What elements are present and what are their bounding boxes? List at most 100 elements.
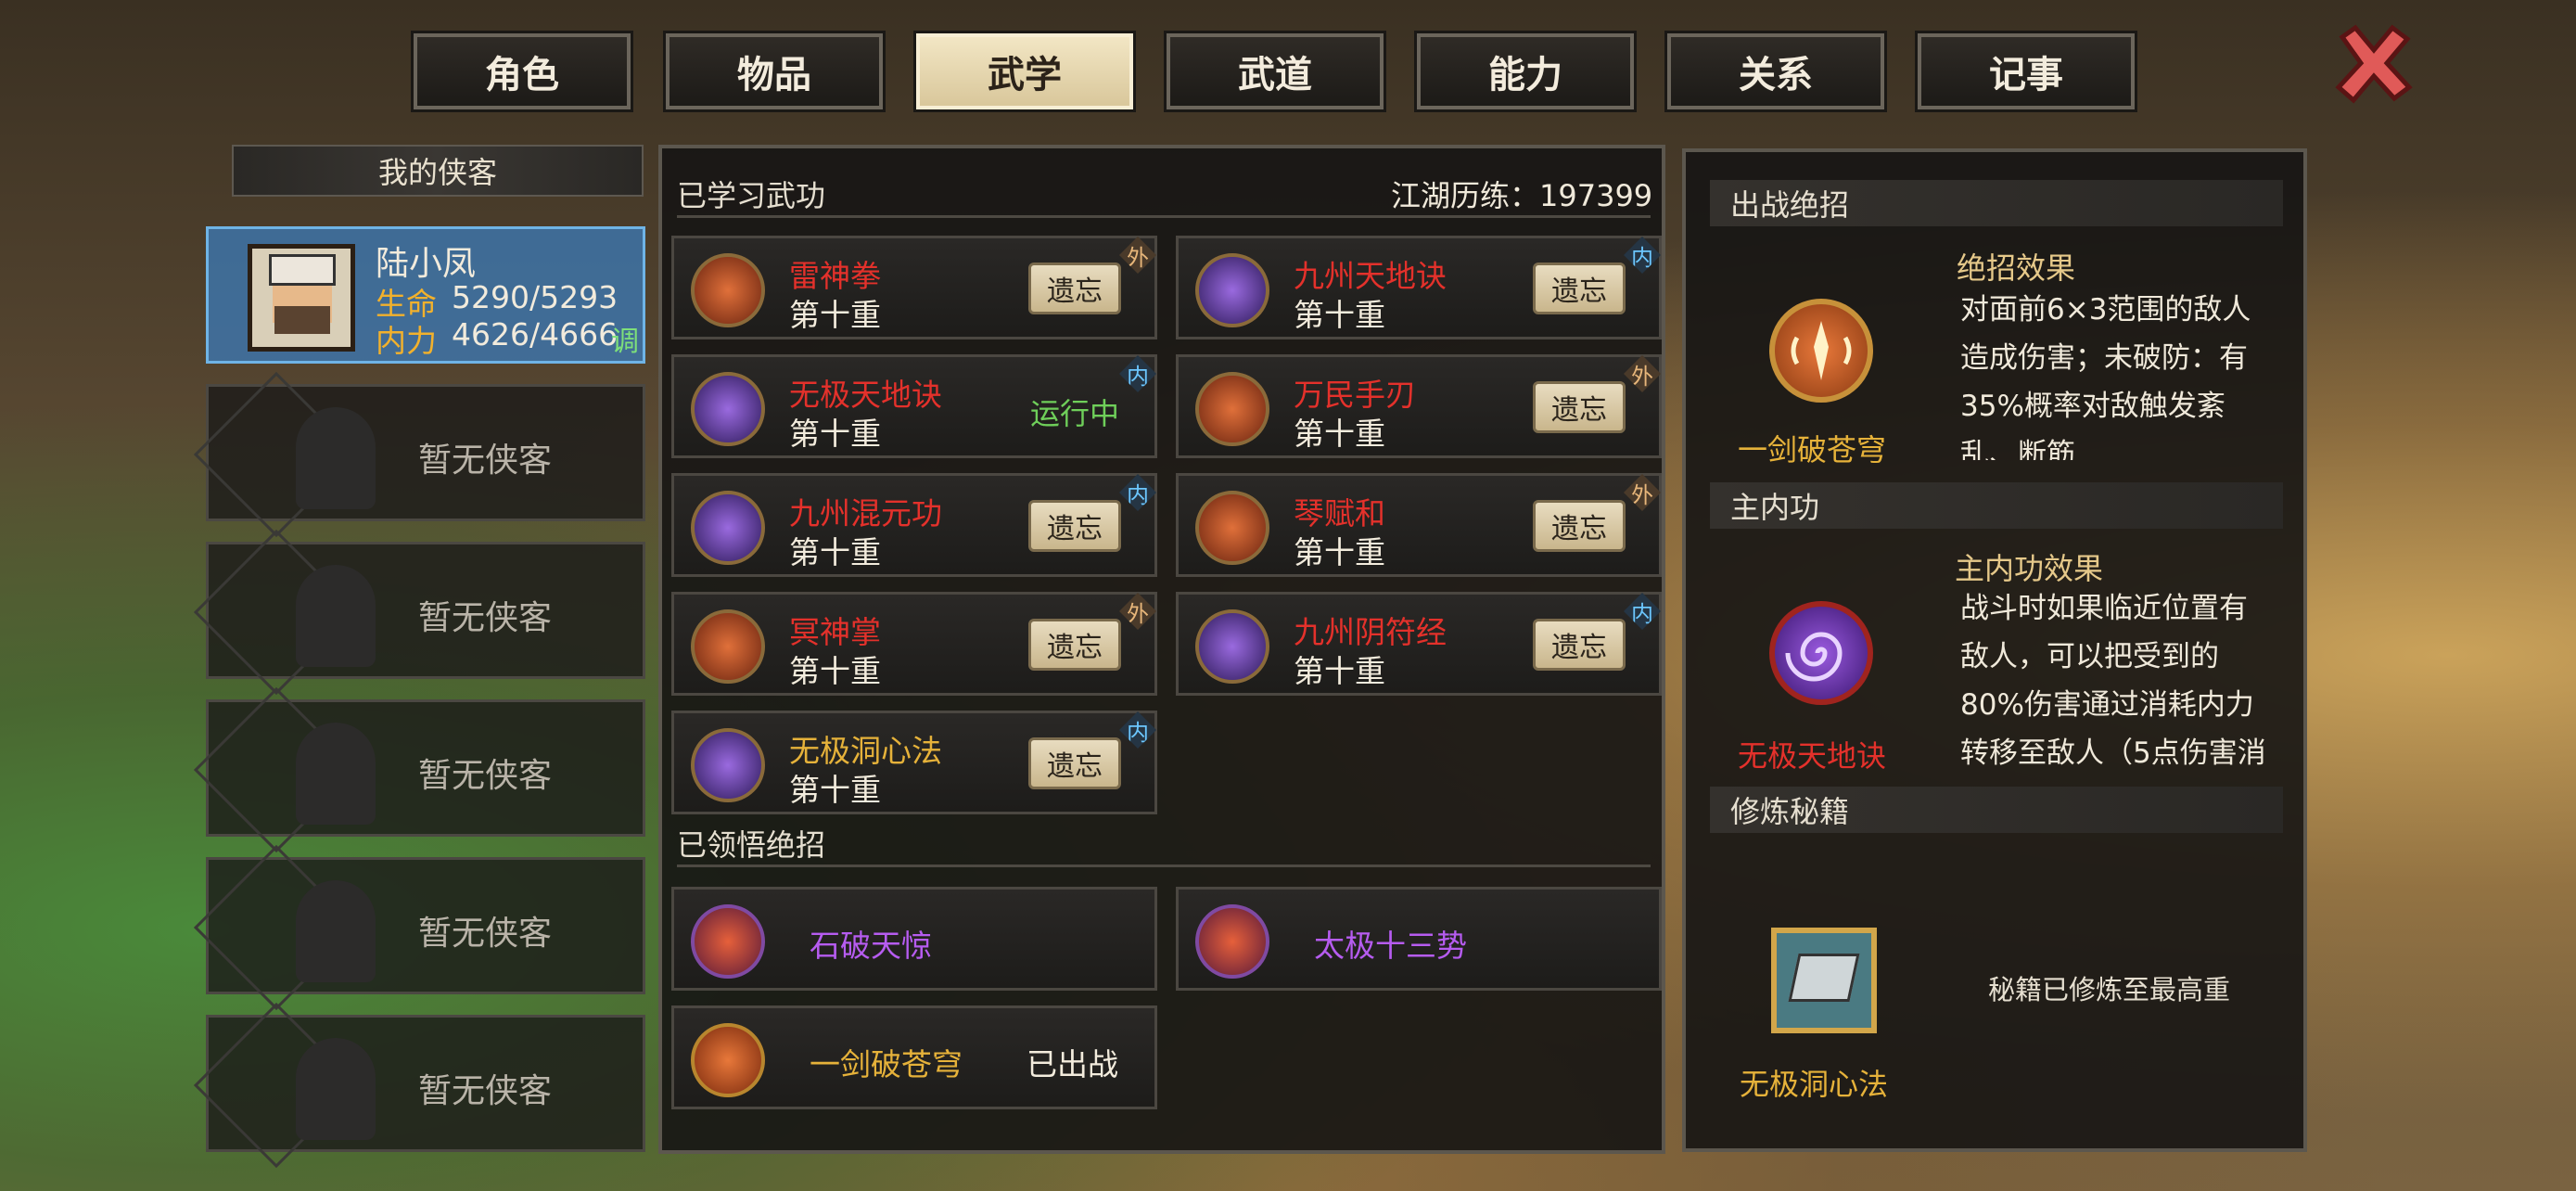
skill-card[interactable]: 九州混元功 第十重 遗忘内 (671, 473, 1157, 577)
skill-type-tag: 内 (1624, 593, 1661, 630)
skill-level: 第十重 (789, 416, 881, 452)
manual-header: 修炼秘籍 (1710, 787, 2283, 833)
forget-button[interactable]: 遗忘 (1533, 381, 1626, 433)
skill-level: 第十重 (789, 653, 881, 689)
ultimate-card[interactable]: 太极十三势 (1176, 887, 1662, 991)
manual-skill-name: 无极洞心法 (1740, 1067, 1889, 1102)
manual-status: 秘籍已修炼至最高重 (1988, 974, 2231, 1005)
hp-value: 5290/5293 (452, 279, 618, 315)
skill-icon (691, 609, 765, 684)
skill-level: 第十重 (1294, 653, 1385, 689)
tab-martial-way[interactable]: 武道 (1164, 31, 1386, 112)
ultimate-icon (1195, 904, 1269, 979)
empty-slot-label: 暂无侠客 (418, 1072, 553, 1110)
tab-journal[interactable]: 记事 (1915, 31, 2137, 112)
empty-hero-silhouette (296, 1038, 376, 1140)
skill-card[interactable]: 万民手刃 第十重 遗忘外 (1176, 354, 1662, 458)
hero-slot-lu-xiaofeng[interactable]: 陆小凤 生命 5290/5293 内力 4626/4666 调 (206, 226, 645, 364)
forget-button[interactable]: 遗忘 (1028, 500, 1121, 552)
skill-icon (1195, 491, 1269, 565)
skill-name: 万民手刃 (1294, 377, 1416, 413)
skill-name: 无极洞心法 (789, 733, 942, 769)
skill-icon (691, 372, 765, 446)
skill-card[interactable]: 九州天地诀 第十重 遗忘内 (1176, 236, 1662, 339)
empty-hero-silhouette (296, 407, 376, 509)
skill-level: 第十重 (789, 772, 881, 808)
skill-type-tag: 内 (1119, 711, 1156, 749)
forget-button[interactable]: 遗忘 (1533, 619, 1626, 671)
ultimate-card[interactable]: 一剑破苍穹 已出战 (671, 1005, 1157, 1109)
hero-slot-empty[interactable]: 暂无侠客 (193, 686, 645, 853)
empty-slot-label: 暂无侠客 (418, 599, 553, 637)
skill-name: 琴赋和 (1294, 495, 1385, 531)
adjust-button[interactable]: 调 (611, 318, 639, 359)
skill-name: 无极天地诀 (789, 377, 942, 413)
hero-slot-empty[interactable]: 暂无侠客 (193, 844, 645, 1011)
skill-icon (691, 491, 765, 565)
skill-type-tag: 内 (1119, 474, 1156, 511)
hero-slot-empty[interactable]: 暂无侠客 (193, 529, 645, 696)
skill-card[interactable]: 无极洞心法 第十重 遗忘内 (671, 711, 1157, 814)
skill-card[interactable]: 无极天地诀 第十重 运行中 内 (671, 354, 1157, 458)
learned-skills-title: 已学习武功 (677, 178, 826, 213)
skill-icon (1195, 609, 1269, 684)
forget-button[interactable]: 遗忘 (1028, 619, 1121, 671)
main-inner-header: 主内功 (1710, 482, 2283, 529)
ult-effect-text: 对面前6×3范围的敌人造成伤害；未破防：有35%概率对敌触发紊乱、断筋 (1960, 293, 2251, 460)
ultimate-name: 一剑破苍穹 (810, 1046, 963, 1082)
inner-effect-text: 战斗时如果临近位置有敌人，可以把受到的80%伤害通过消耗内力转移至敌人（5点伤害… (1960, 592, 2266, 766)
running-status: 运行中 (1030, 396, 1120, 431)
ultimate-name: 太极十三势 (1314, 928, 1467, 964)
skill-type-tag: 内 (1119, 355, 1156, 392)
skill-level: 第十重 (1294, 297, 1385, 333)
tab-martial-arts[interactable]: 武学 (913, 31, 1136, 112)
skill-icon (1195, 372, 1269, 446)
forget-button[interactable]: 遗忘 (1028, 737, 1121, 789)
hero-name: 陆小凤 (376, 245, 477, 283)
skill-icon (1195, 253, 1269, 327)
skill-card[interactable]: 九州阴符经 第十重 遗忘内 (1176, 592, 1662, 696)
skill-level: 第十重 (1294, 416, 1385, 452)
skill-name: 雷神拳 (789, 258, 881, 294)
empty-slot-label: 暂无侠客 (418, 757, 553, 795)
ultimate-icon (691, 1023, 765, 1097)
tab-relations[interactable]: 关系 (1664, 31, 1887, 112)
ultimates-title: 已领悟绝招 (677, 827, 826, 863)
hero-list-header: 我的侠客 (232, 145, 644, 197)
tab-items[interactable]: 物品 (663, 31, 886, 112)
main-inner-name: 无极天地诀 (1738, 738, 1887, 774)
skill-level: 第十重 (789, 534, 881, 570)
empty-hero-silhouette (296, 565, 376, 667)
skill-name: 九州阴符经 (1294, 614, 1447, 650)
skill-icon (691, 253, 765, 327)
hero-slot-empty[interactable]: 暂无侠客 (193, 371, 645, 538)
deployed-status: 已出战 (1027, 1046, 1118, 1082)
empty-slot-label: 暂无侠客 (418, 442, 553, 480)
forget-button[interactable]: 遗忘 (1533, 500, 1626, 552)
ult-effect-title: 绝招效果 (1957, 250, 2076, 286)
close-icon[interactable] (2329, 19, 2418, 108)
skill-card[interactable]: 雷神拳 第十重 遗忘外 (671, 236, 1157, 339)
skills-panel: 已学习武功 江湖历练：197399 雷神拳 第十重 遗忘外九州天地诀 第十重 遗忘内无极… (658, 145, 1665, 1154)
tab-abilities[interactable]: 能力 (1414, 31, 1637, 112)
ultimate-name: 石破天惊 (810, 928, 932, 964)
forget-button[interactable]: 遗忘 (1533, 263, 1626, 314)
manual-book-icon (1771, 928, 1877, 1033)
vortex-icon (1769, 601, 1873, 705)
mp-label: 内力 (376, 323, 437, 359)
empty-slot-label: 暂无侠客 (418, 915, 553, 953)
tab-character[interactable]: 角色 (411, 31, 633, 112)
skill-type-tag: 外 (1624, 474, 1661, 511)
hero-slot-empty[interactable]: 暂无侠客 (193, 1002, 645, 1169)
battle-ult-header: 出战绝招 (1710, 180, 2283, 226)
skill-level: 第十重 (789, 297, 881, 333)
forget-button[interactable]: 遗忘 (1028, 263, 1121, 314)
mp-value: 4626/4666 (452, 316, 618, 352)
empty-hero-silhouette (296, 880, 376, 982)
ultimate-card[interactable]: 石破天惊 (671, 887, 1157, 991)
skill-card[interactable]: 冥神掌 第十重 遗忘外 (671, 592, 1157, 696)
skill-name: 九州混元功 (789, 495, 942, 531)
skill-type-tag: 外 (1119, 593, 1156, 630)
skill-name: 冥神掌 (789, 614, 881, 650)
skill-card[interactable]: 琴赋和 第十重 遗忘外 (1176, 473, 1662, 577)
